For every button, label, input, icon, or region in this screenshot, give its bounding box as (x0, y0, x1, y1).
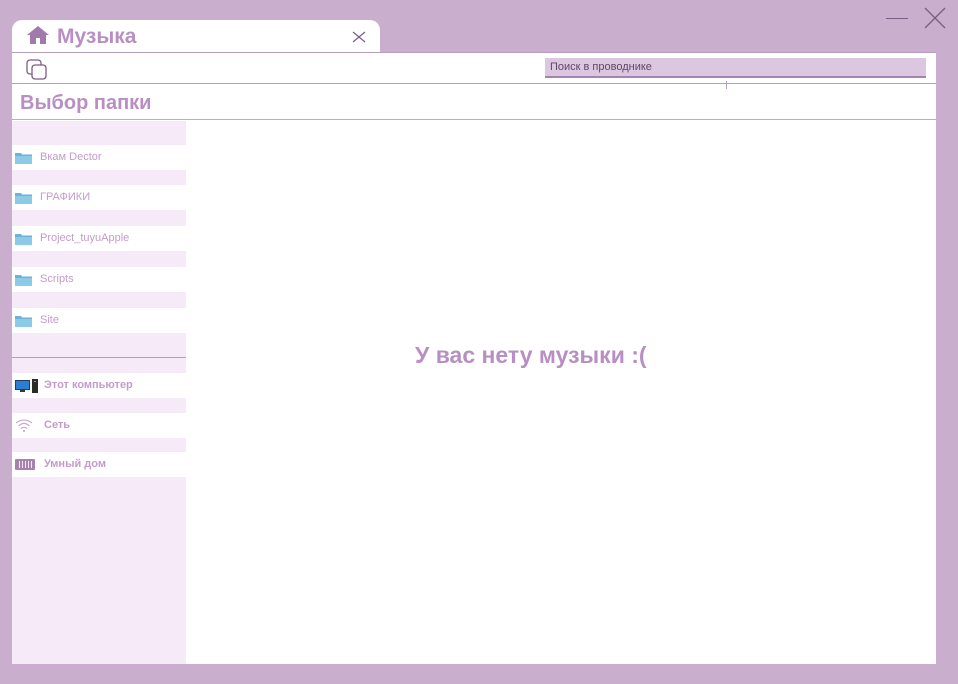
computer-icon (15, 379, 38, 393)
sidebar-item-label: ГРАФИКИ (40, 191, 91, 203)
sidebar-item-label: Вкам Dector (40, 151, 102, 163)
sidebar-item-label: Scripts (40, 273, 74, 285)
main-window: Выбор папки Вкам Dector ГРАФИКИ Project_… (12, 52, 936, 664)
sidebar-item-label: Сеть (44, 419, 71, 431)
sidebar: Вкам Dector ГРАФИКИ Project_tuyuApple Sc… (12, 121, 186, 664)
divider (12, 119, 936, 120)
sidebar-item-label: Site (40, 314, 59, 326)
sidebar-item-smart-home[interactable]: Умный дом (12, 452, 186, 477)
close-icon[interactable] (351, 29, 367, 45)
tab-title: Музыка (57, 25, 137, 48)
search-input[interactable] (545, 58, 926, 78)
sidebar-item-folder[interactable]: Вкам Dector (12, 145, 186, 170)
sidebar-divider (12, 357, 186, 358)
folder-icon (15, 193, 32, 204)
toolbar (12, 52, 936, 84)
smart-home-icon (15, 459, 35, 470)
folder-icon (15, 275, 32, 286)
sidebar-item-computer[interactable]: Этот компьютер (12, 373, 186, 398)
sidebar-item-folder[interactable]: Site (12, 308, 186, 333)
sidebar-item-folder[interactable]: Scripts (12, 267, 186, 292)
minimize-icon[interactable] (886, 18, 908, 19)
folder-icon (15, 234, 32, 245)
music-tab[interactable]: Музыка (12, 20, 380, 52)
sidebar-item-label: Project_tuyuApple (40, 232, 130, 244)
close-icon[interactable] (922, 5, 948, 31)
wifi-icon (15, 419, 33, 432)
empty-state-message: У вас нету музыки :( (415, 342, 647, 368)
copy-icon[interactable] (26, 59, 48, 81)
page-title: Выбор папки (20, 92, 152, 114)
home-icon (27, 26, 49, 44)
sidebar-item-network[interactable]: Сеть (12, 413, 186, 438)
sidebar-item-folder[interactable]: ГРАФИКИ (12, 185, 186, 210)
sidebar-item-label: Этот компьютер (44, 379, 133, 391)
sidebar-item-folder[interactable]: Project_tuyuApple (12, 226, 186, 251)
divider (726, 81, 727, 89)
folder-icon (15, 153, 32, 164)
folder-icon (15, 316, 32, 327)
window-bottom-border (12, 664, 936, 684)
sidebar-item-label: Умный дом (44, 458, 106, 470)
